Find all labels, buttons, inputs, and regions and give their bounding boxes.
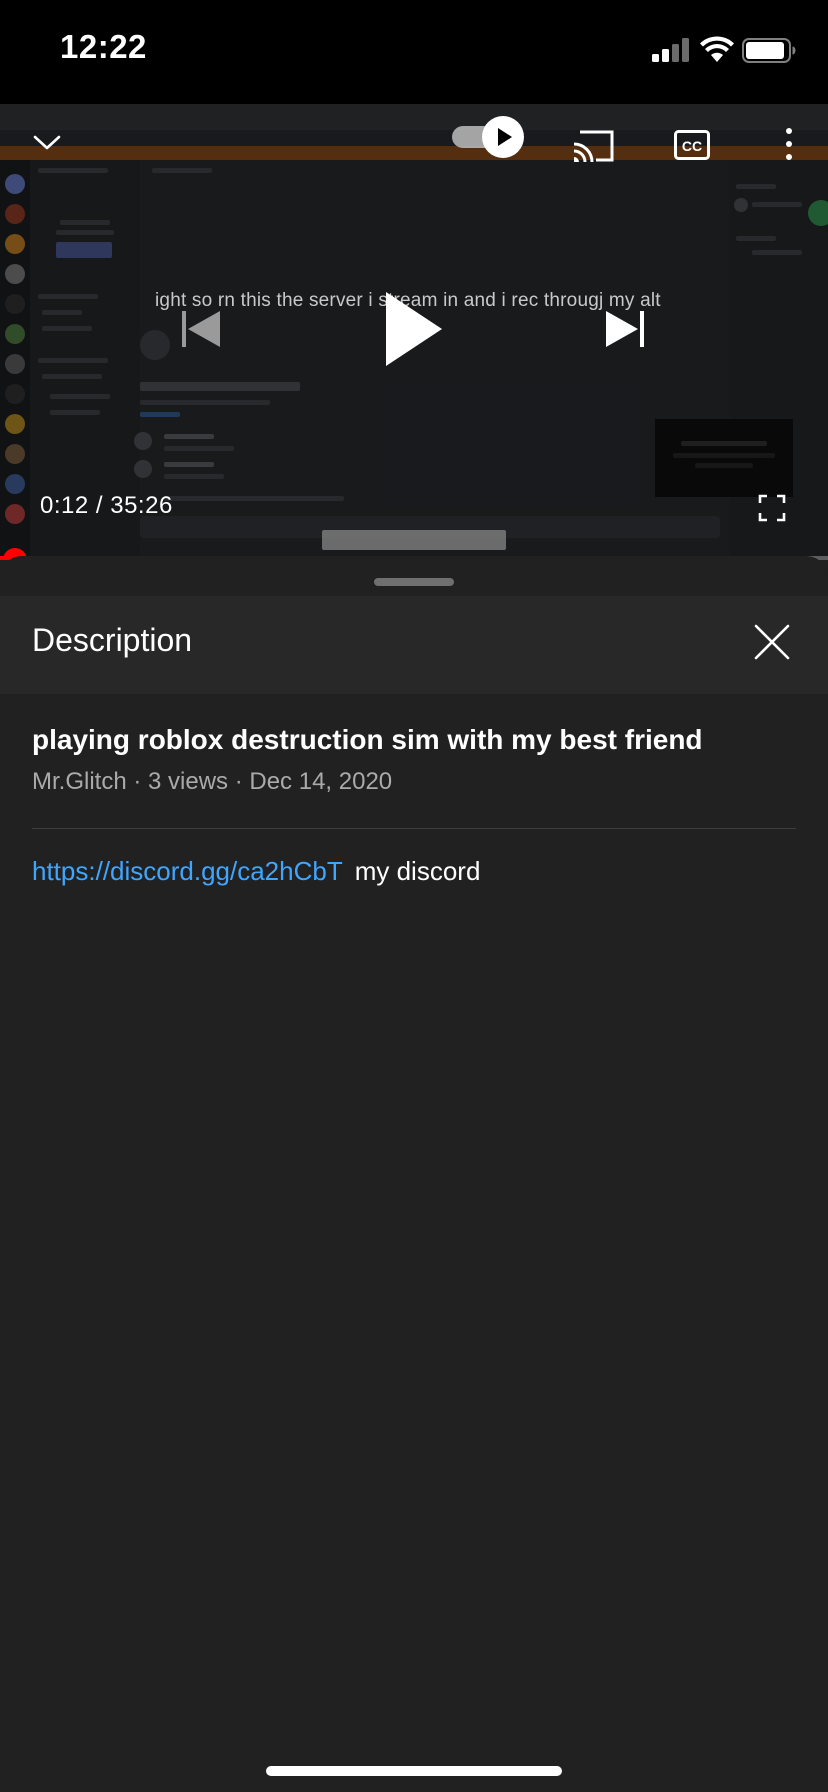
- cellular-signal-icon: [652, 38, 690, 62]
- channel-name[interactable]: Mr.Glitch: [32, 768, 127, 795]
- cast-icon[interactable]: [572, 128, 616, 164]
- panel-header: Description: [0, 596, 828, 694]
- divider: [32, 828, 796, 829]
- view-count: 3 views: [148, 768, 229, 795]
- video-title: playing roblox destruction sim with my b…: [32, 724, 703, 755]
- skip-previous-icon[interactable]: [180, 308, 222, 350]
- current-time: 0:12: [40, 492, 89, 519]
- drag-handle[interactable]: [374, 578, 454, 586]
- cc-icon[interactable]: CC: [674, 130, 710, 160]
- description-body: my discord: [354, 856, 481, 886]
- status-time: 12:22: [60, 28, 147, 65]
- play-icon[interactable]: [382, 290, 444, 368]
- home-indicator[interactable]: [266, 1766, 562, 1776]
- autoplay-play-icon: [482, 116, 524, 158]
- duration: 35:26: [110, 492, 173, 519]
- time-separator: /: [88, 492, 111, 519]
- close-icon[interactable]: [752, 622, 792, 662]
- discord-link[interactable]: https://discord.gg/ca2hCbT: [32, 856, 343, 886]
- autoplay-toggle[interactable]: [452, 116, 524, 158]
- video-player[interactable]: ight so rn this the server i stream in a…: [0, 104, 828, 560]
- svg-text:CC: CC: [682, 138, 702, 154]
- chevron-down-icon[interactable]: [32, 130, 62, 154]
- wifi-icon: [700, 36, 734, 62]
- time-display: 0:12 / 35:26: [40, 492, 173, 520]
- description-text: https://discord.gg/ca2hCbT my discord: [32, 856, 480, 887]
- fullscreen-icon[interactable]: [758, 494, 786, 522]
- video-meta: Mr.Glitch · 3 views · Dec 14, 2020: [32, 768, 393, 795]
- panel-title: Description: [32, 622, 193, 658]
- battery-icon: [742, 38, 796, 63]
- skip-next-icon[interactable]: [604, 308, 646, 350]
- description-panel: Description playing roblox destruction s…: [0, 556, 828, 1792]
- upload-date: Dec 14, 2020: [249, 768, 393, 795]
- more-vert-icon[interactable]: [780, 126, 798, 162]
- status-bar: 12:22: [0, 0, 828, 104]
